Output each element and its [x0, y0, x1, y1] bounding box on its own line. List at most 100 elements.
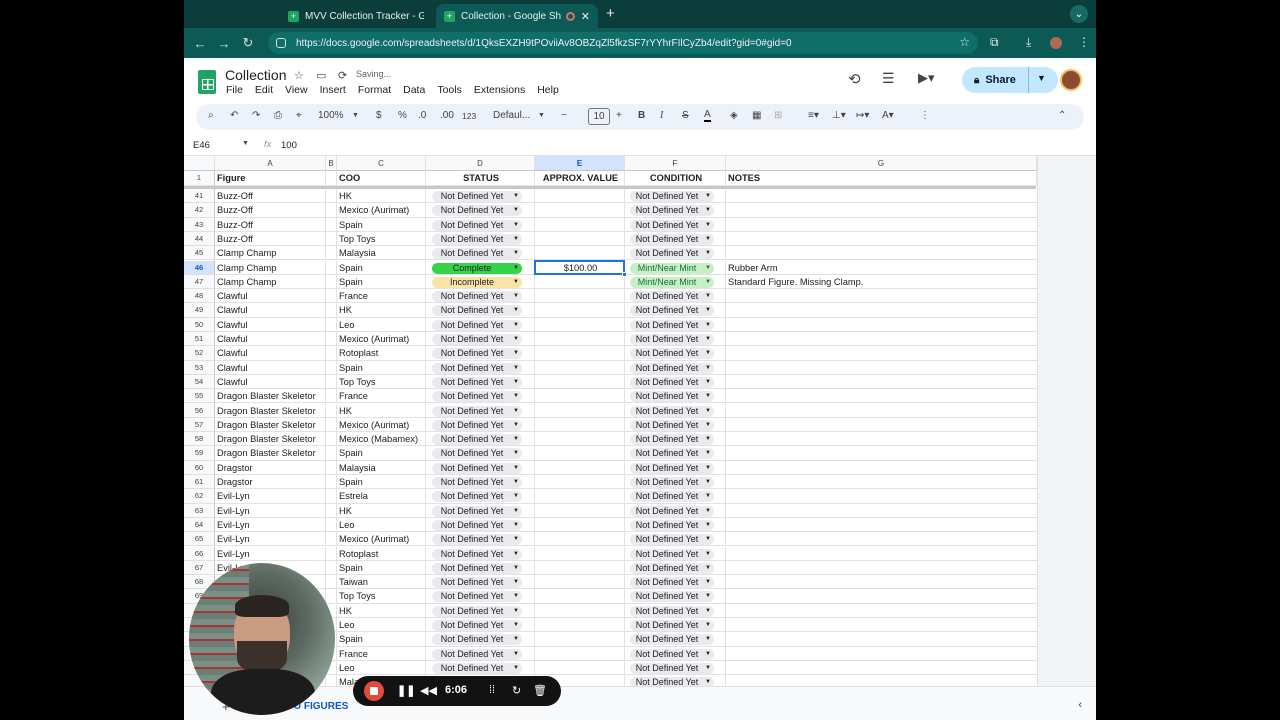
dropdown-arrow-icon[interactable]: ▼ [705, 606, 711, 617]
dropdown-arrow-icon[interactable]: ▼ [705, 348, 711, 359]
cell-coo[interactable]: Spain [337, 475, 426, 490]
column-header-a[interactable]: A [215, 156, 326, 171]
cell-figure[interactable]: Clawful [215, 289, 326, 304]
row-number[interactable]: 42 [184, 203, 215, 218]
column-header-f[interactable]: F [625, 156, 726, 171]
column-header-g[interactable]: G [726, 156, 1037, 171]
cell-status[interactable]: Complete ▼ [426, 260, 535, 275]
cell-condition[interactable]: Not Defined Yet ▼ [625, 360, 726, 375]
condition-chip[interactable]: Not Defined Yet ▼ [630, 491, 714, 503]
cell-approx-value[interactable] [535, 189, 625, 204]
collapse-icon[interactable]: ‹ [1078, 699, 1082, 711]
cell-b[interactable] [326, 517, 337, 533]
cell-condition[interactable]: Not Defined Yet ▼ [625, 575, 726, 590]
dropdown-arrow-icon[interactable]: ▼ [705, 363, 711, 374]
print-icon[interactable]: ⎙ [274, 110, 282, 121]
cell-figure[interactable]: Evil-Lyn [215, 489, 326, 504]
cell-approx-value[interactable]: $100.00 [535, 260, 625, 275]
status-chip[interactable]: Not Defined Yet ▼ [432, 405, 522, 417]
header-status[interactable]: STATUS [426, 171, 535, 186]
row-number[interactable]: 61 [184, 475, 215, 490]
condition-chip[interactable]: Not Defined Yet ▼ [630, 620, 714, 631]
dropdown-arrow-icon[interactable]: ▼ [513, 363, 519, 374]
cell-condition[interactable]: Not Defined Yet ▼ [625, 403, 726, 418]
bold-button[interactable]: B [638, 110, 645, 121]
dropdown-arrow-icon[interactable]: ▼ [513, 649, 519, 660]
row-number[interactable]: 1 [184, 171, 215, 186]
dropdown-arrow-icon[interactable]: ▼ [513, 463, 519, 474]
status-chip[interactable]: Not Defined Yet ▼ [432, 248, 522, 260]
status-chip[interactable]: Not Defined Yet ▼ [432, 319, 522, 331]
extensions-icon[interactable]: ⧉ [990, 35, 999, 50]
cell-coo[interactable]: Spain [337, 632, 426, 647]
cell-condition[interactable]: Not Defined Yet ▼ [625, 589, 726, 604]
cell-condition[interactable]: Not Defined Yet ▼ [625, 532, 726, 547]
dropdown-arrow-icon[interactable]: ▼ [705, 491, 711, 502]
cell-condition[interactable]: Mint/Near Mint ▼ [625, 260, 726, 275]
search-menus-icon[interactable]: ⌕ [208, 110, 214, 121]
condition-chip[interactable]: Not Defined Yet ▼ [630, 233, 714, 245]
more-options-icon[interactable]: ⋮ [920, 110, 930, 121]
select-all-corner[interactable] [184, 156, 215, 171]
cell-condition[interactable]: Not Defined Yet ▼ [625, 675, 726, 686]
condition-chip[interactable]: Not Defined Yet ▼ [630, 219, 714, 231]
cell-status[interactable]: Not Defined Yet ▼ [426, 246, 535, 261]
cell-condition[interactable]: Not Defined Yet ▼ [625, 189, 726, 204]
decrease-decimal-button[interactable]: .0 [418, 110, 426, 121]
dropdown-arrow-icon[interactable]: ▼ [705, 577, 711, 588]
cell-b[interactable] [326, 274, 337, 290]
chevron-down-icon[interactable]: ▼ [1037, 73, 1046, 83]
cell-b[interactable] [326, 489, 337, 504]
dropdown-arrow-icon[interactable]: ▼ [705, 477, 711, 488]
dropdown-arrow-icon[interactable]: ▼ [513, 606, 519, 617]
percent-format-button[interactable]: % [398, 110, 407, 121]
dropdown-arrow-icon[interactable]: ▼ [513, 491, 519, 502]
cell-status[interactable]: Not Defined Yet ▼ [426, 332, 535, 347]
condition-chip[interactable]: Not Defined Yet ▼ [630, 348, 714, 360]
formula-input[interactable]: 100 [281, 140, 297, 151]
row-number[interactable]: 52 [184, 346, 215, 361]
status-chip[interactable]: Not Defined Yet ▼ [432, 605, 522, 617]
status-chip[interactable]: Not Defined Yet ▼ [432, 648, 522, 660]
cell-status[interactable]: Not Defined Yet ▼ [426, 489, 535, 504]
cell-status[interactable]: Not Defined Yet ▼ [426, 560, 535, 576]
rewind-icon[interactable]: ◀◀ [420, 684, 437, 697]
condition-chip[interactable]: Not Defined Yet ▼ [630, 548, 714, 560]
cell-status[interactable]: Not Defined Yet ▼ [426, 503, 535, 518]
cell-coo[interactable]: Leo [337, 517, 426, 533]
cell-status[interactable]: Not Defined Yet ▼ [426, 317, 535, 332]
cell-approx-value[interactable] [535, 389, 625, 404]
align-horizontal-icon[interactable]: ≡▾ [808, 110, 819, 121]
cell-notes[interactable] [726, 661, 1037, 676]
row-number[interactable]: 65 [184, 532, 215, 547]
status-chip[interactable]: Not Defined Yet ▼ [432, 577, 522, 589]
cell-coo[interactable]: France [337, 289, 426, 304]
cell-figure[interactable]: Buzz-Off [215, 189, 326, 204]
cell-b[interactable] [326, 546, 337, 561]
cell-approx-value[interactable] [535, 217, 625, 232]
condition-chip[interactable]: Mint/Near Mint ▼ [630, 262, 714, 274]
condition-chip[interactable]: Not Defined Yet ▼ [630, 419, 714, 431]
text-rotation-icon[interactable]: A▾ [882, 110, 894, 121]
tab-search-icon[interactable]: ⌄ [1070, 5, 1088, 23]
cell-condition[interactable]: Not Defined Yet ▼ [625, 332, 726, 347]
cell-figure[interactable]: Buzz-Off [215, 203, 326, 218]
cell-figure[interactable]: Evil-Lyn [215, 546, 326, 561]
cell-b[interactable] [326, 446, 337, 461]
increase-font-icon[interactable]: + [616, 110, 622, 121]
cell-notes[interactable] [726, 289, 1037, 304]
row-number[interactable]: 47 [184, 274, 215, 290]
row-number[interactable]: 59 [184, 446, 215, 461]
font-size-input[interactable]: 10 [588, 108, 610, 125]
cell-notes[interactable] [726, 675, 1037, 686]
dropdown-arrow-icon[interactable]: ▼ [705, 677, 711, 686]
cell-b[interactable] [326, 403, 337, 418]
menu-format[interactable]: Format [358, 84, 391, 96]
cell-approx-value[interactable] [535, 603, 625, 618]
condition-chip[interactable]: Not Defined Yet ▼ [630, 391, 714, 403]
condition-chip[interactable]: Not Defined Yet ▼ [630, 376, 714, 388]
cell-approx-value[interactable] [535, 432, 625, 447]
cell-approx-value[interactable] [535, 532, 625, 547]
bookmark-star-icon[interactable]: ☆ [959, 35, 970, 49]
dropdown-arrow-icon[interactable]: ▼ [705, 277, 711, 288]
